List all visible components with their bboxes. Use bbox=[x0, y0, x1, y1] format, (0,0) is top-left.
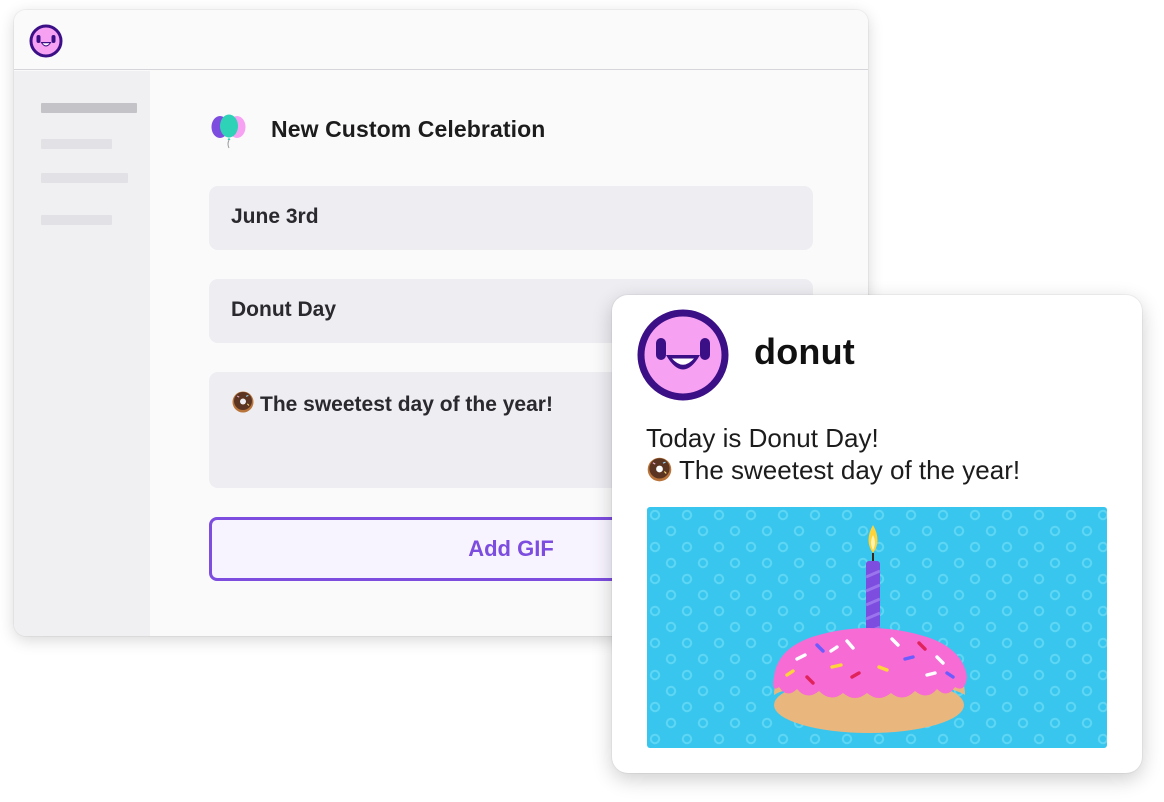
birthday-donut-gif bbox=[647, 507, 1107, 748]
donut-emoji-icon bbox=[232, 391, 254, 413]
message-text: The sweetest day of the year! bbox=[260, 393, 553, 416]
preview-message-text: The sweetest day of the year! bbox=[679, 455, 1021, 485]
balloons-icon bbox=[211, 114, 246, 149]
form-title: New Custom Celebration bbox=[271, 116, 546, 142]
date-value: June 3rd bbox=[231, 205, 319, 228]
sidebar-item-placeholder[interactable] bbox=[41, 173, 128, 183]
donut-emoji-icon bbox=[647, 457, 672, 482]
sidebar-item-placeholder[interactable] bbox=[41, 215, 112, 225]
message-preview-card: donut Today is Donut Day! The sweetest d… bbox=[612, 295, 1142, 773]
window-title-bar bbox=[14, 10, 868, 70]
preview-message-line: Today is Donut Day! bbox=[646, 423, 879, 453]
donut-bot-avatar bbox=[637, 309, 729, 401]
bot-name: donut bbox=[754, 331, 855, 372]
sidebar-item-placeholder[interactable] bbox=[41, 139, 112, 149]
donut-logo-icon[interactable] bbox=[29, 24, 63, 58]
sidebar bbox=[14, 71, 150, 636]
message-content: The sweetest day of the year! bbox=[231, 390, 553, 417]
date-field[interactable]: June 3rd bbox=[209, 186, 813, 250]
preview-message-line: The sweetest day of the year! bbox=[646, 455, 1020, 486]
celebration-name-value: Donut Day bbox=[231, 298, 336, 321]
sidebar-item-placeholder[interactable] bbox=[41, 103, 137, 113]
